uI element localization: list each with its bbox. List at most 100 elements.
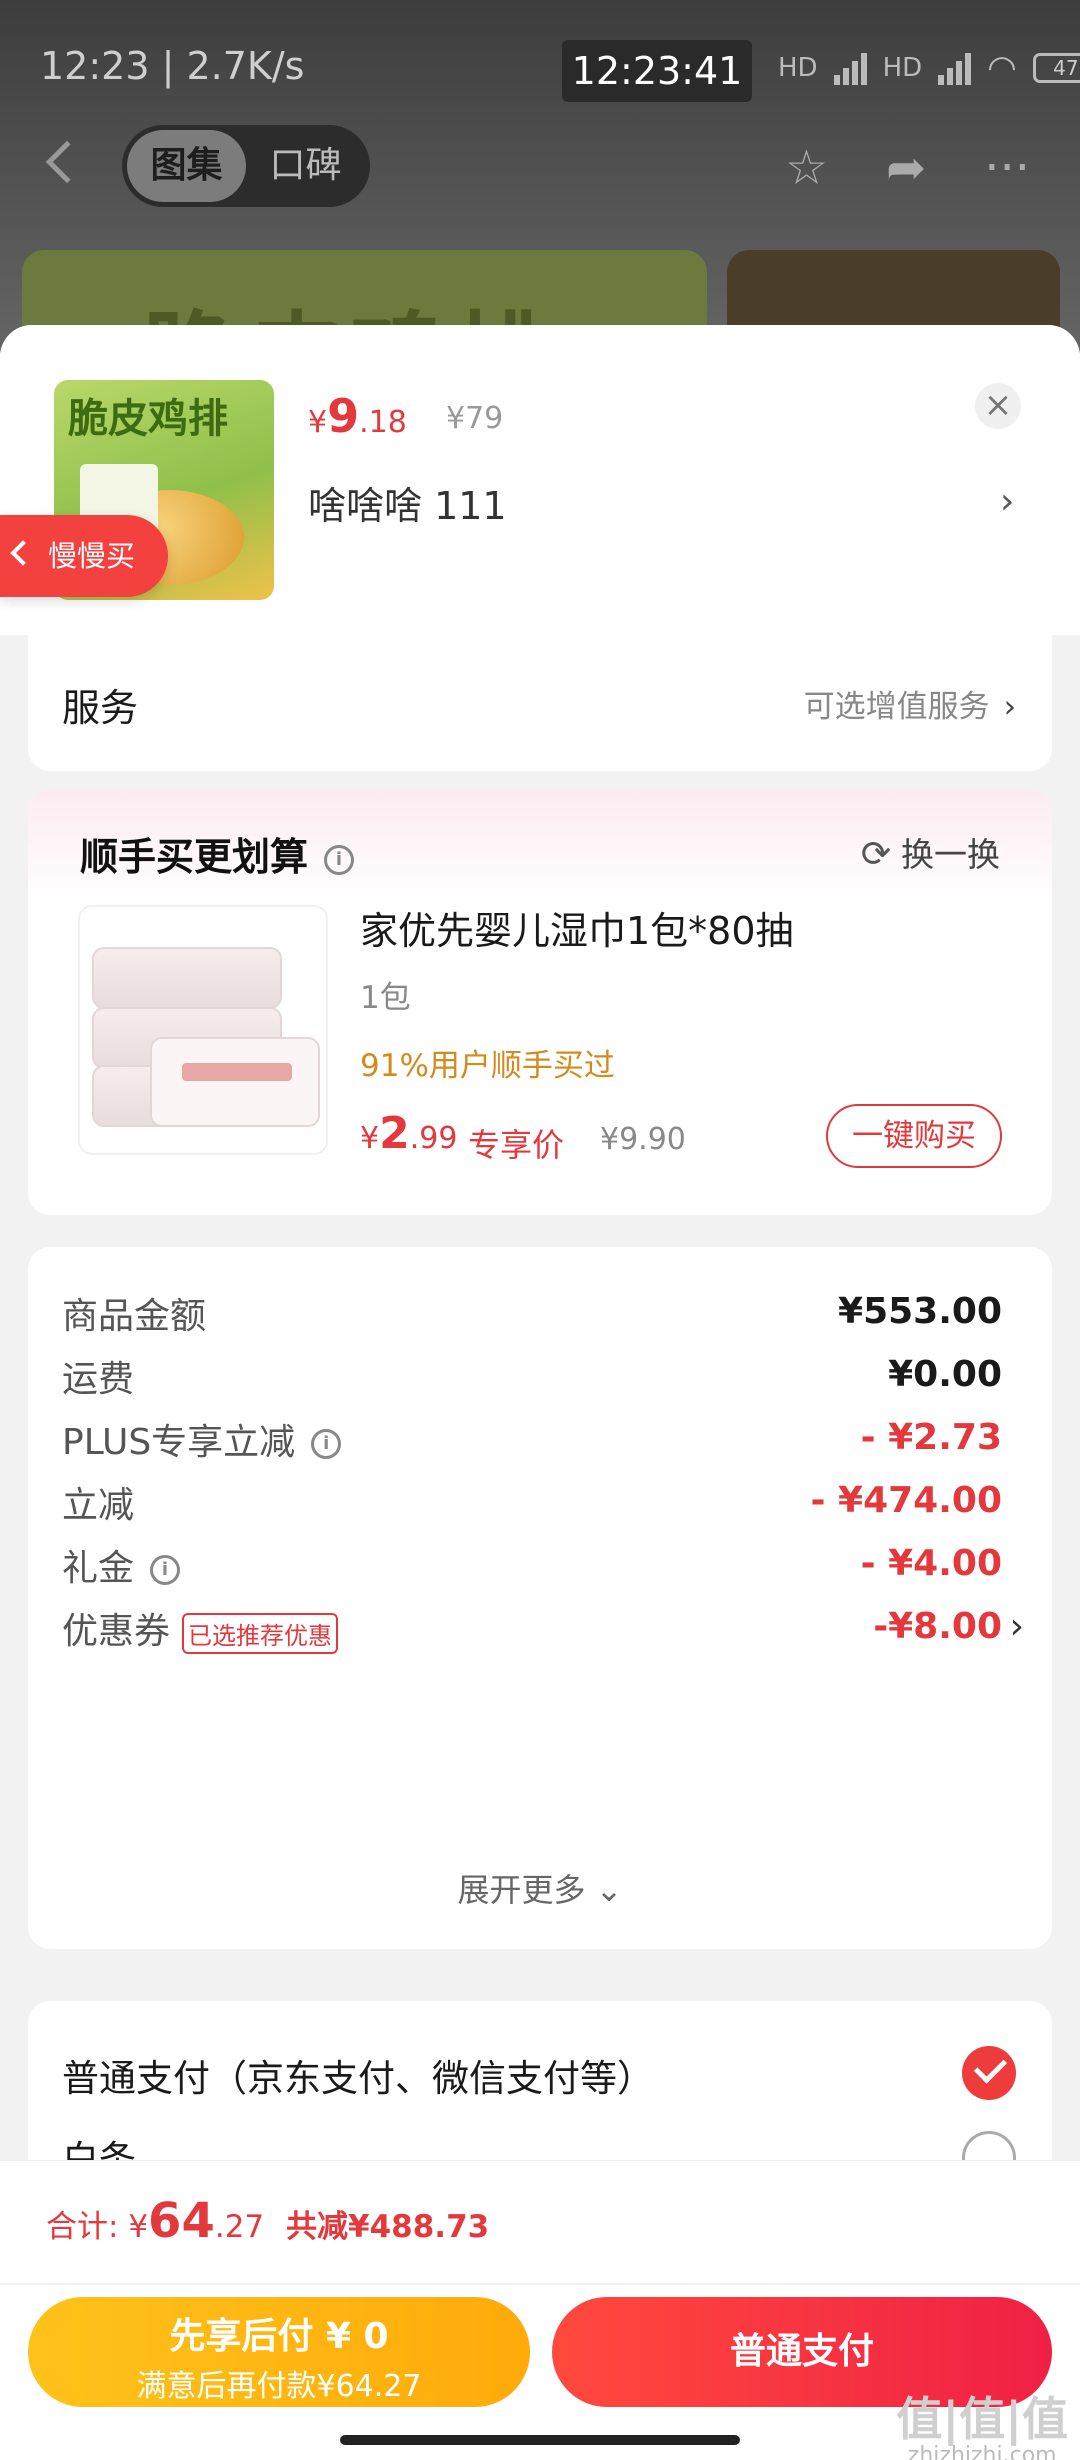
share-icon[interactable]: ➦ [886,143,926,193]
amount-row-coupon[interactable]: 优惠券 已选推荐优惠 -¥8.00 › [62,1602,1024,1662]
service-hint: 可选增值服务 › [804,681,1016,726]
amount-label: 运费 [62,1359,135,1400]
addon-price-int: 2 [379,1108,410,1159]
addon-card: 顺手买更划算 i ⟳ 换一换 家优先婴儿湿巾1包*80抽 1包 91%用户顺手买过 … [28,790,1052,1215]
addon-title-text: 顺手买更划算 [80,835,309,879]
total-line: 合计: ¥64.27 共减¥488.73 [46,2193,489,2249]
signal-icon-2 [938,51,972,85]
addon-price-symbol: ¥ [360,1121,380,1156]
info-icon[interactable]: i [311,1429,342,1459]
amount-row-plus: PLUS专享立减 i - ¥2.73 [62,1413,1002,1473]
amount-row-discount: 立减 - ¥474.00 [62,1476,1002,1536]
addon-bought-rate: 91%用户顺手买过 [360,1048,615,1084]
battery-icon: 47 [1032,53,1080,83]
product-original-price: ¥79 [446,401,504,436]
total-saved: 共减¥488.73 [286,2209,490,2245]
back-icon[interactable] [45,140,89,184]
product-price-symbol: ¥ [308,405,328,440]
amount-value: ¥553.00 [838,1291,1002,1332]
amount-card: 商品金额 ¥553.00 运费 ¥0.00 PLUS专享立减 i - ¥2.73 … [28,1247,1052,1949]
amount-row-gift: 礼金 i - ¥4.00 [62,1539,1002,1599]
nav-row: 图集 口碑 ☆ ➦ ··· [0,125,1080,215]
product-price-dec: .18 [359,405,407,440]
nav-actions: ☆ ➦ ··· [785,143,1030,193]
total-label: 合计: [46,2209,119,2245]
checkout-bar: 合计: ¥64.27 共减¥488.73 先享后付 ¥ 0 满意后再付款¥64.… [0,2160,1080,2460]
pay-later-title: 先享后付 ¥ 0 [169,2316,389,2357]
one-click-buy-button[interactable]: 一键购买 [826,1104,1002,1168]
product-price: ¥9.18 [308,389,407,443]
addon-price: ¥2.99 [360,1108,457,1159]
total-int: 64 [148,2193,215,2249]
tab-reviews[interactable]: 口碑 [246,130,365,202]
amount-value: -¥8.00 [873,1606,1002,1647]
chevron-right-icon: › [1003,689,1016,725]
watermark: 值|值|值 zhizhizhi.com [896,2393,1068,2460]
payment-option-normal[interactable]: 普通支付（京东支付、微信支付等） [62,2048,654,2102]
star-icon[interactable]: ☆ [785,143,828,193]
amount-value: - ¥474.00 [810,1480,1002,1521]
total-symbol: ¥ [128,2209,149,2245]
amount-label: PLUS专享立减 i [62,1413,342,1465]
product-price-int: 9 [327,389,360,443]
addon-price-dec: .99 [409,1121,458,1156]
close-button[interactable]: × [975,383,1021,429]
status-icons: HD HD ◠ 47 [778,48,1080,88]
addon-product-name[interactable]: 家优先婴儿湿巾1包*80抽 [360,900,794,955]
amount-value: - ¥4.00 [860,1543,1002,1584]
signal-icon [833,51,867,85]
amount-label: 优惠券 已选推荐优惠 [62,1602,339,1654]
tab-gallery[interactable]: 图集 [127,130,246,202]
tab-switcher: 图集 口碑 [122,125,370,207]
more-icon[interactable]: ··· [984,143,1030,193]
amount-label: 立减 [62,1485,135,1526]
wipes-pack [92,947,282,1009]
watermark-url: zhizhizhi.com [907,2443,1057,2460]
swap-label: 换一换 [901,835,1000,874]
wifi-icon: ◠ [987,48,1017,88]
amount-label: 商品金额 [62,1296,207,1337]
expand-more-button[interactable]: 展开更多 ⌄ [28,1865,1052,1911]
amount-label-text: 礼金 [62,1548,135,1589]
swap-button[interactable]: ⟳ 换一换 [861,828,1000,876]
amount-value: - ¥2.73 [860,1417,1002,1458]
service-row[interactable]: 服务 可选增值服务 › [28,633,1052,771]
home-indicator[interactable] [340,2435,740,2445]
refresh-icon: ⟳ [860,834,891,875]
amount-label-text: 优惠券 [62,1611,171,1652]
spec-chevron-icon[interactable]: › [1000,481,1014,522]
chevron-left-icon [10,540,36,566]
amount-label-text: PLUS专享立减 [62,1422,296,1463]
service-hint-text: 可选增值服务 [803,689,990,725]
hd-label-1: HD [778,53,818,83]
info-icon[interactable]: i [324,844,355,875]
addon-product-image[interactable] [78,905,328,1155]
amount-row-goods: 商品金额 ¥553.00 [62,1287,1002,1347]
amount-value: ¥0.00 [888,1354,1002,1395]
status-time-speed: 12:23 | 2.7K/s [40,44,305,88]
product-header: 脆皮鸡排 ¥9.18 ¥79 × 啥啥啥 111 › [0,325,1080,635]
service-title: 服务 [62,686,139,730]
addon-title: 顺手买更划算 i [80,826,355,881]
watermark-logo: 值|值|值 [896,2392,1068,2446]
total-dec: .27 [214,2209,265,2245]
product-thumbnail-text: 脆皮鸡排 [68,396,228,442]
amount-label: 礼金 i [62,1539,181,1591]
divider [0,2283,1080,2285]
normal-pay-button[interactable]: 普通支付 [552,2297,1052,2407]
checkout-sheet: 脆皮鸡排 ¥9.18 ¥79 × 啥啥啥 111 › 服务 可选增值服务 › 顺手… [0,325,1080,2460]
pay-later-button[interactable]: 先享后付 ¥ 0 满意后再付款¥64.27 [28,2297,530,2407]
checked-icon[interactable] [962,2046,1016,2100]
coupon-badge: 已选推荐优惠 [182,1612,339,1654]
slow-buy-label: 慢慢买 [48,539,136,573]
pay-later-subtitle: 满意后再付款¥64.27 [136,2369,422,2404]
addon-price-tag: 专享价 [468,1126,565,1164]
status-clock: 12:23:41 [562,40,752,102]
slow-buy-tag[interactable]: 慢慢买 [0,515,168,597]
hd-label-2: HD [882,53,923,83]
product-spec[interactable]: 啥啥啥 111 [308,475,507,530]
chevron-right-icon[interactable]: › [1010,1606,1024,1647]
info-icon[interactable]: i [150,1555,181,1585]
wipes-pack-front [150,1037,320,1127]
status-bar: 12:23 | 2.7K/s 12:23:41 HD HD ◠ 47 [0,0,1080,140]
